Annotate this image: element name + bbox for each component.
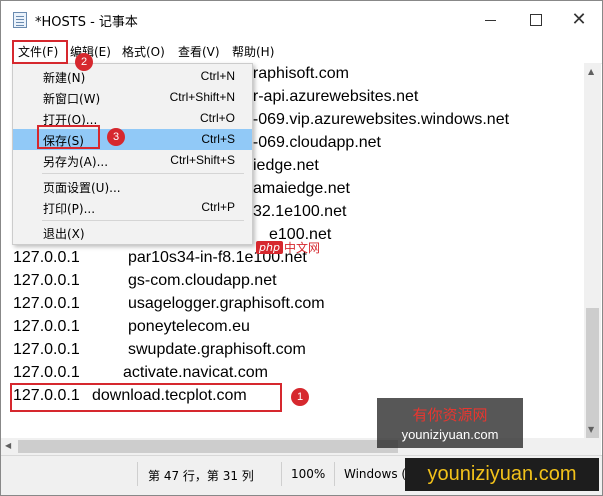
scroll-up-arrow-icon[interactable]: ▲ [588, 67, 594, 76]
horizontal-scroll-thumb[interactable] [18, 440, 398, 453]
step-badge-2: 2 [75, 53, 93, 71]
file-menu-annotation-box [12, 40, 68, 64]
line-host: 32.1e100.net [253, 203, 347, 220]
menu-format[interactable]: 格式(O) [122, 43, 165, 60]
line-ending-encoding: Windows ( [344, 467, 407, 481]
close-icon: ✕ [571, 9, 587, 30]
line-ip: 127.0.0.1 [13, 272, 80, 289]
cursor-position: 第 47 行，第 31 列 [148, 469, 254, 483]
php-logo: php [256, 241, 283, 254]
save-item-annotation-box [37, 125, 100, 149]
step-badge-3: 3 [107, 128, 125, 146]
maximize-icon [530, 14, 542, 26]
line-ip: 127.0.0.1 [13, 318, 80, 335]
php-watermark: php 中文网 [256, 239, 320, 256]
line-ip: 127.0.0.1 [13, 364, 80, 381]
zoom-level: 100% [291, 467, 326, 481]
scroll-down-arrow-icon[interactable]: ▼ [588, 425, 594, 434]
line-host: poneytelecom.eu [128, 318, 250, 335]
line-host: usagelogger.graphisoft.com [128, 295, 325, 312]
new-line-annotation-box [10, 383, 282, 412]
status-divider [281, 462, 282, 486]
site-watermark-box: 有你资源网 youniziyuan.com [377, 398, 523, 448]
line-host: iedge.net [253, 157, 319, 174]
title-bar: *HOSTS - 记事本 ✕ [1, 1, 602, 39]
line-host: swupdate.graphisoft.com [128, 341, 306, 358]
site-watermark-cn: 有你资源网 [412, 406, 488, 424]
notepad-window: *HOSTS - 记事本 ✕ 文件(F) 编辑(E) 格式(O) 查看(V) 帮… [0, 0, 603, 496]
line-ip: 127.0.0.1 [13, 341, 80, 358]
menu-item-new[interactable]: 新建(N) Ctrl+N [13, 66, 252, 87]
scroll-corner [584, 438, 601, 455]
notepad-icon [13, 12, 27, 28]
menu-item-save-as[interactable]: 另存为(A)... Ctrl+Shift+S [13, 150, 252, 171]
line-host: graphisoft.com [244, 65, 349, 82]
close-button[interactable]: ✕ [556, 1, 602, 39]
status-divider [334, 462, 335, 486]
menu-item-exit[interactable]: 退出(X) [13, 222, 252, 243]
window-title: *HOSTS - 记事本 [35, 15, 138, 30]
line-host: amaiedge.net [253, 180, 350, 197]
menu-help[interactable]: 帮助(H) [232, 43, 274, 60]
menu-item-print[interactable]: 打印(P)... Ctrl+P [13, 197, 252, 218]
menu-view[interactable]: 查看(V) [178, 43, 220, 60]
line-host: gs-com.cloudapp.net [128, 272, 277, 289]
file-menu-dropdown: 新建(N) Ctrl+N 新窗口(W) Ctrl+Shift+N 打开(O)... C… [12, 63, 253, 245]
scroll-left-arrow-icon[interactable]: ◀ [5, 441, 11, 450]
menu-item-new-window[interactable]: 新窗口(W) Ctrl+Shift+N [13, 87, 252, 108]
minimize-icon [484, 19, 496, 21]
line-ip: 127.0.0.1 [13, 249, 80, 266]
vertical-scrollbar[interactable]: ▲ ▼ [584, 63, 601, 483]
line-ip: 127.0.0.1 [13, 295, 80, 312]
status-divider [137, 462, 138, 486]
line-host: activate.navicat.com [123, 364, 268, 381]
line-host: er-api.azurewebsites.net [244, 88, 419, 105]
menu-separator [42, 220, 244, 221]
minimize-button[interactable] [467, 1, 513, 39]
site-watermark-en: youniziyuan.com [401, 427, 499, 442]
site-watermark-bar: youniziyuan.com [405, 458, 599, 491]
php-watermark-text: 中文网 [283, 241, 320, 255]
menu-item-page-setup[interactable]: 页面设置(U)... [13, 176, 252, 197]
line-host: 2-069.vip.azurewebsites.windows.net [244, 111, 510, 128]
menu-separator [42, 173, 244, 174]
maximize-button[interactable] [513, 1, 559, 39]
line-host: 2-069.cloudapp.net [244, 134, 381, 151]
step-badge-1: 1 [291, 388, 309, 406]
